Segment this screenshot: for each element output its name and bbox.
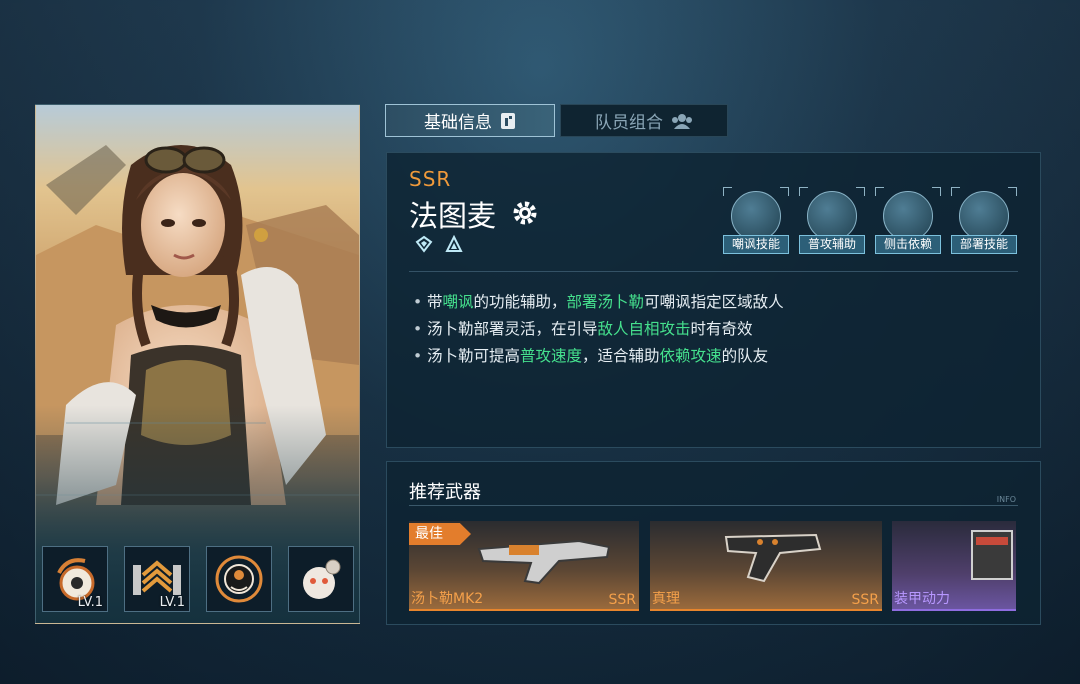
gear-icon [513, 201, 537, 225]
skill-flank[interactable]: 侧击依赖 [875, 187, 941, 255]
skill-label: 普攻辅助 [799, 235, 865, 254]
badge-bomb-emblem[interactable]: LV.1 [42, 546, 108, 612]
character-description: • 带嘲讽的功能辅助，部署汤卜勒可嘲讽指定区域敌人 • 汤卜勒部署灵活，在引导敌人自… [413, 289, 784, 370]
skill-tags: 嘲讽技能 普攻辅助 侧击依赖 部署技能 [723, 187, 1017, 255]
weapon-name: 真理 [652, 591, 680, 607]
skill-label: 部署技能 [951, 235, 1017, 254]
tab-label: 基础信息 [424, 113, 492, 133]
triangle-crest-icon [445, 235, 463, 252]
weapon-card[interactable]: 最佳 汤卜勒MK2 SSR [409, 521, 639, 611]
skill-attack-support[interactable]: 普攻辅助 [799, 187, 865, 255]
best-tag: 最佳 [409, 523, 471, 545]
weapon-name: 装甲动力 [894, 591, 950, 607]
tab-team-composition[interactable]: 队员组合 [560, 104, 728, 137]
weapons-title: 推荐武器 [409, 482, 481, 503]
badge-level: LV.1 [159, 595, 185, 610]
description-line: • 带嘲讽的功能辅助，部署汤卜勒可嘲讽指定区域敌人 [413, 293, 784, 311]
skill-taunt[interactable]: 嘲讽技能 [723, 187, 789, 255]
weapon-rarity: SSR [608, 592, 636, 608]
tab-basic-info[interactable]: 基础信息 [385, 104, 555, 137]
diamond-crest-icon [415, 235, 433, 253]
badge-robot-pet[interactable] [288, 546, 354, 612]
divider [409, 271, 1018, 272]
character-name: 法图麦 [409, 199, 497, 233]
rarity-label: SSR [409, 167, 452, 191]
weapon-rarity: SSR [851, 592, 879, 608]
taunt-icon [731, 191, 781, 241]
attack-support-icon [807, 191, 857, 241]
weapon-image [724, 533, 822, 583]
badge-soldier-rank[interactable]: LV.1 [124, 546, 190, 612]
weapon-image [477, 539, 611, 585]
flank-icon [883, 191, 933, 241]
tab-label: 队员组合 [595, 113, 663, 133]
info-label: INFO [996, 495, 1016, 504]
character-info-panel: SSR 法图麦 嘲讽技能 普攻辅助 侧击依赖 部署技能 • 带嘲讽的功能辅助，部… [386, 152, 1041, 448]
skill-deploy[interactable]: 部署技能 [951, 187, 1017, 255]
team-icon [672, 113, 692, 129]
deploy-drone-icon [959, 191, 1009, 241]
target-emblem-icon [215, 555, 263, 603]
description-line: • 汤卜勒部署灵活，在引导敌人自相攻击时有奇效 [413, 320, 753, 338]
recommended-weapons-panel: 推荐武器 INFO 最佳 汤卜勒MK2 SSR 真理 SSR 装甲动力 [386, 461, 1041, 625]
skill-label: 侧击依赖 [875, 235, 941, 254]
skill-label: 嘲讽技能 [723, 235, 789, 254]
weapon-name: 汤卜勒MK2 [411, 591, 484, 607]
divider [409, 505, 1018, 506]
robot-pet-icon [303, 559, 341, 599]
weapon-image [971, 530, 1013, 580]
info-card-icon [501, 112, 515, 129]
weapon-card[interactable]: 真理 SSR [650, 521, 882, 611]
badge-level: LV.1 [77, 595, 103, 610]
weapon-card[interactable]: 装甲动力 [892, 521, 1016, 611]
description-line: • 汤卜勒可提高普攻速度，适合辅助依赖攻速的队友 [413, 347, 769, 365]
badge-target-emblem[interactable] [206, 546, 272, 612]
